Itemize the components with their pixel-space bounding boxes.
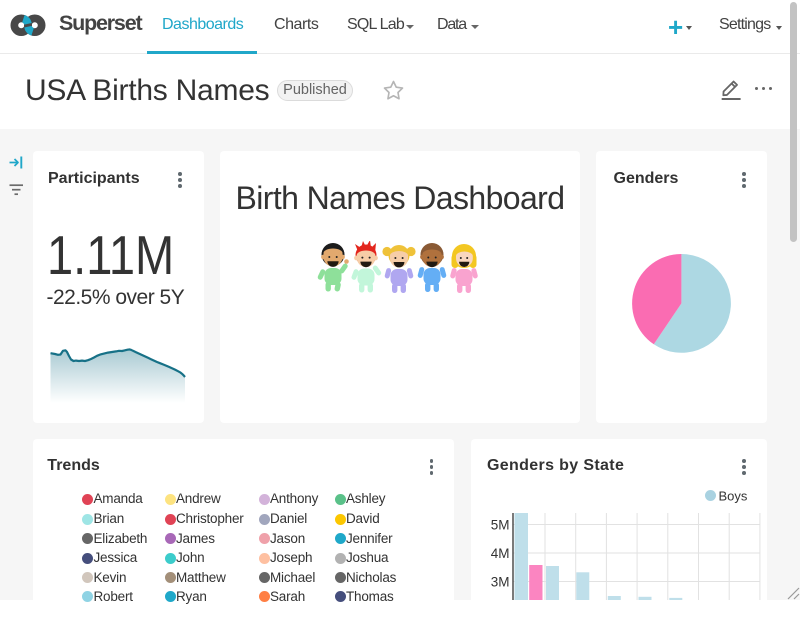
svg-text:5M: 5M [491,517,510,532]
svg-text:3M: 3M [491,574,510,589]
svg-text:4M: 4M [491,546,510,561]
svg-text:Boys: Boys [719,489,748,504]
